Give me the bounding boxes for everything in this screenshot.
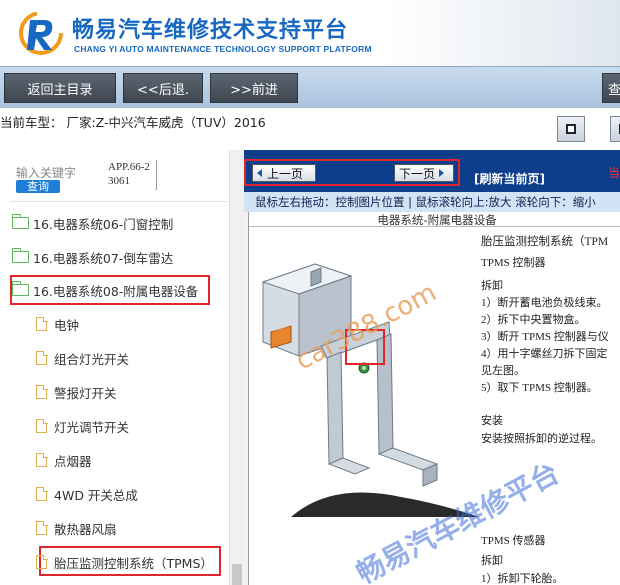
- tree-item-label: 点烟器: [54, 453, 92, 469]
- tree-item-label: 胎压监测控制系统（TPMS）: [54, 555, 213, 571]
- folder-icon: [11, 214, 29, 229]
- tree-item-label: 警报灯开关: [54, 385, 117, 401]
- tree-item-label: 16.电器系统06-门窗控制: [33, 216, 174, 232]
- current-label: 当: [608, 166, 620, 180]
- tree-doc-tpms[interactable]: 胎压监测控制系统（TPMS）: [36, 549, 213, 575]
- tree-doc-clock[interactable]: 电钟: [36, 311, 79, 337]
- search-button[interactable]: 查询: [16, 180, 60, 193]
- nav-bar: 返回主目录 <<后退. >>前进 查: [0, 66, 620, 108]
- scrollbar-thumb[interactable]: [232, 564, 242, 585]
- tree-item-label: 16.电器系统07-倒车雷达: [33, 250, 174, 266]
- tree-item-label: 散热器风扇: [54, 521, 117, 537]
- document-icon: [36, 418, 48, 433]
- tree-doc-4wd-switch[interactable]: 4WD 开关总成: [36, 481, 138, 507]
- divider: [249, 226, 620, 227]
- divider: [10, 201, 228, 202]
- window-toggle-button[interactable]: [557, 116, 585, 142]
- doc-line: 5）取下 TPMS 控制器。: [481, 382, 598, 394]
- cy-logo-icon: [19, 11, 63, 55]
- document-icon: [36, 452, 48, 467]
- tree-item-label: 电钟: [54, 317, 80, 333]
- doc-line: 安装: [481, 415, 503, 427]
- doc-line: 1）拆卸下轮胎。: [481, 573, 564, 585]
- sidebar: 输入关键字 查询 APP.66-23061 16.电器系统06-门窗控制 16.…: [0, 150, 244, 585]
- doc-line: 胎压监测控制系统（TPM: [481, 236, 609, 248]
- tree-doc-radiator-fan[interactable]: 散热器风扇: [36, 515, 117, 541]
- document-icon: [36, 554, 48, 569]
- document-code: APP.66-23061: [108, 161, 150, 187]
- tree-doc-light-adjust[interactable]: 灯光调节开关: [36, 413, 129, 439]
- folder-open-icon: [11, 281, 29, 296]
- doc-line: TPMS 传感器: [481, 535, 546, 547]
- divider: [156, 160, 157, 190]
- doc-line: 安装按照拆卸的逆过程。: [481, 433, 602, 445]
- app-header: 畅易汽车维修技术支持平台 CHANG YI AUTO MAINTENANCE T…: [0, 0, 620, 66]
- tree-item-label: 4WD 开关总成: [54, 487, 138, 503]
- app-title: 畅易汽车维修技术支持平台: [72, 18, 349, 43]
- tree-doc-hazard-switch[interactable]: 警报灯开关: [36, 379, 117, 405]
- document-icon: [36, 384, 48, 399]
- tree-folder-door-window[interactable]: 16.电器系统06-门窗控制: [11, 210, 174, 236]
- tree-item-label: 16.电器系统08-附属电器设备: [33, 283, 199, 299]
- doc-line: TPMS 控制器: [481, 257, 546, 269]
- search-input[interactable]: 输入关键字: [16, 164, 76, 181]
- highlight-box: [244, 159, 460, 186]
- doc-line: 1）断开蓄电池负极线束。: [481, 297, 608, 309]
- pager-bar: 上一页 下一页 [刷新当前页] 当: [244, 150, 620, 192]
- doc-line: 4）用十字螺丝刀拆下固定: [481, 348, 608, 360]
- tree-doc-light-switch[interactable]: 组合灯光开关: [36, 345, 129, 371]
- hint-bar: 鼠标左右拖动：控制图片位置 | 鼠标滚轮向上:放大 滚轮向下：缩小: [244, 192, 620, 212]
- tree-folder-accessory-electrics[interactable]: 16.电器系统08-附属电器设备: [11, 277, 199, 303]
- back-button[interactable]: <<后退.: [123, 73, 203, 103]
- document-icon: [36, 486, 48, 501]
- tpms-controller-diagram: [261, 263, 479, 517]
- doc-line: 3）断开 TPMS 控制器与仪: [481, 331, 609, 343]
- query-button[interactable]: 查: [602, 73, 620, 103]
- doc-line: 见左图。: [481, 365, 525, 377]
- vehicle-row: 当前车型： 厂家:Z-中兴汽车威虎（TUV）2016: [0, 108, 620, 150]
- refresh-link[interactable]: [刷新当前页]: [474, 170, 545, 187]
- tree-item-label: 灯光调节开关: [54, 419, 130, 435]
- window-icon: [566, 124, 576, 134]
- forward-button[interactable]: >>前进: [210, 73, 298, 103]
- folder-icon: [11, 248, 29, 263]
- tree-folder-reverse-radar[interactable]: 16.电器系统07-倒车雷达: [11, 244, 174, 270]
- document-icon: [36, 350, 48, 365]
- document-icon: [36, 316, 48, 331]
- app-subtitle: CHANG YI AUTO MAINTENANCE TECHNOLOGY SUP…: [74, 44, 372, 54]
- doc-line: 2）拆下中央置物盒。: [481, 314, 586, 326]
- document-icon: [36, 520, 48, 535]
- content-panel: 上一页 下一页 [刷新当前页] 当 鼠标左右拖动：控制图片位置 | 鼠标滚轮向上…: [244, 150, 620, 585]
- tree-doc-cigar-lighter[interactable]: 点烟器: [36, 447, 92, 473]
- tree-item-label: 组合灯光开关: [54, 351, 130, 367]
- home-button[interactable]: 返回主目录: [4, 73, 116, 103]
- sidebar-scrollbar[interactable]: [229, 150, 244, 585]
- current-vehicle-label: 当前车型： 厂家:Z-中兴汽车威虎（TUV）2016: [0, 115, 266, 130]
- doc-line: 拆卸: [481, 555, 503, 567]
- doc-line: 拆卸: [481, 280, 503, 292]
- document-page[interactable]: 电器系统-附属电器设备 胎压监测控制系统（TPM TPMS 控制器 拆卸 1）断…: [248, 212, 620, 585]
- window-toggle-button-2[interactable]: [610, 116, 620, 142]
